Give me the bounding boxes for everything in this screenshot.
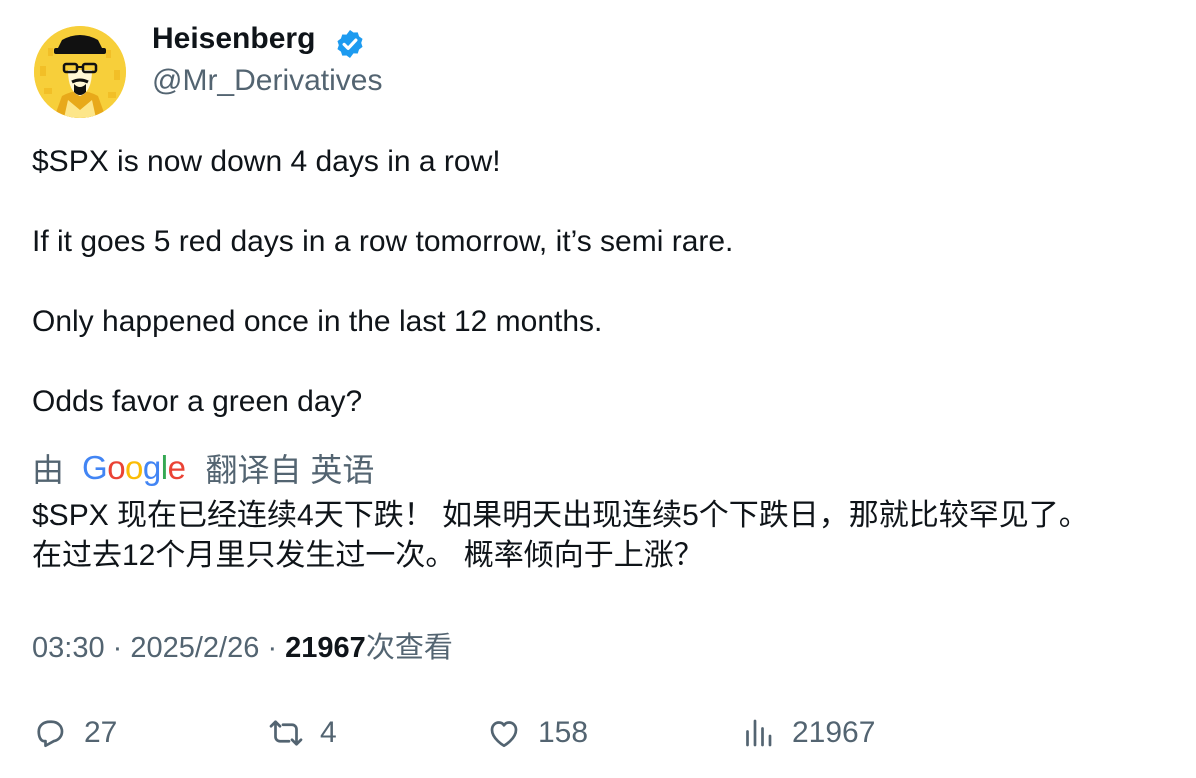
tweet-meta: 03:30 · 2025/2/26 · 21967次查看 bbox=[32, 624, 453, 666]
heart-icon bbox=[490, 721, 518, 748]
views-action-count: 21967 bbox=[792, 716, 876, 749]
heisenberg-avatar-icon bbox=[34, 26, 126, 118]
verified-badge-icon bbox=[337, 30, 363, 58]
meta-separator: · bbox=[267, 632, 286, 664]
like-button[interactable]: 158 bbox=[486, 708, 588, 758]
tweet-line: Odds favor a green day? bbox=[32, 385, 363, 418]
reply-icon bbox=[37, 720, 64, 748]
retweet-button[interactable]: 4 bbox=[268, 708, 337, 758]
translation-by-label: 由 bbox=[32, 452, 65, 488]
like-count: 158 bbox=[538, 716, 589, 749]
avatar[interactable] bbox=[34, 26, 126, 118]
analytics-icon bbox=[746, 719, 772, 747]
action-bar: 27 4 158 21967 bbox=[0, 708, 1196, 758]
tweet-date[interactable]: 2025/2/26 bbox=[130, 632, 259, 664]
views-label: 次查看 bbox=[365, 632, 453, 664]
reply-button[interactable]: 27 bbox=[32, 708, 117, 758]
display-name[interactable]: Heisenberg bbox=[152, 22, 315, 56]
tweet-time[interactable]: 03:30 bbox=[32, 632, 105, 664]
tweet-line: $SPX is now down 4 days in a row! bbox=[32, 145, 501, 178]
meta-separator: · bbox=[112, 632, 131, 664]
tweet-text: $SPX is now down 4 days in a row! If it … bbox=[32, 142, 733, 422]
tweet-line: Only happened once in the last 12 months… bbox=[32, 305, 603, 338]
retweet-count: 4 bbox=[320, 716, 337, 749]
views-button[interactable]: 21967 bbox=[740, 708, 875, 758]
translated-text: $SPX 现在已经连续4天下跌！ 如果明天出现连续5个下跌日，那就比较罕见了。 … bbox=[32, 496, 1182, 576]
translated-from-label[interactable]: 翻译自 英语 bbox=[205, 445, 374, 491]
views-count: 21967 bbox=[285, 632, 366, 664]
translation-attribution: 由 Google 翻译自 英语 bbox=[32, 446, 374, 490]
author-handle[interactable]: @Mr_Derivatives bbox=[152, 64, 383, 98]
google-logo-icon: Google bbox=[82, 449, 186, 486]
reply-count: 27 bbox=[84, 716, 118, 749]
translated-line: 在过去12个月里只发生过一次。 概率倾向于上涨？ bbox=[32, 539, 704, 572]
translated-line: $SPX 现在已经连续4天下跌！ 如果明天出现连续5个下跌日，那就比较罕见了。 bbox=[32, 499, 1089, 532]
retweet-icon bbox=[269, 720, 303, 746]
tweet-line: If it goes 5 red days in a row tomorrow,… bbox=[32, 225, 734, 258]
